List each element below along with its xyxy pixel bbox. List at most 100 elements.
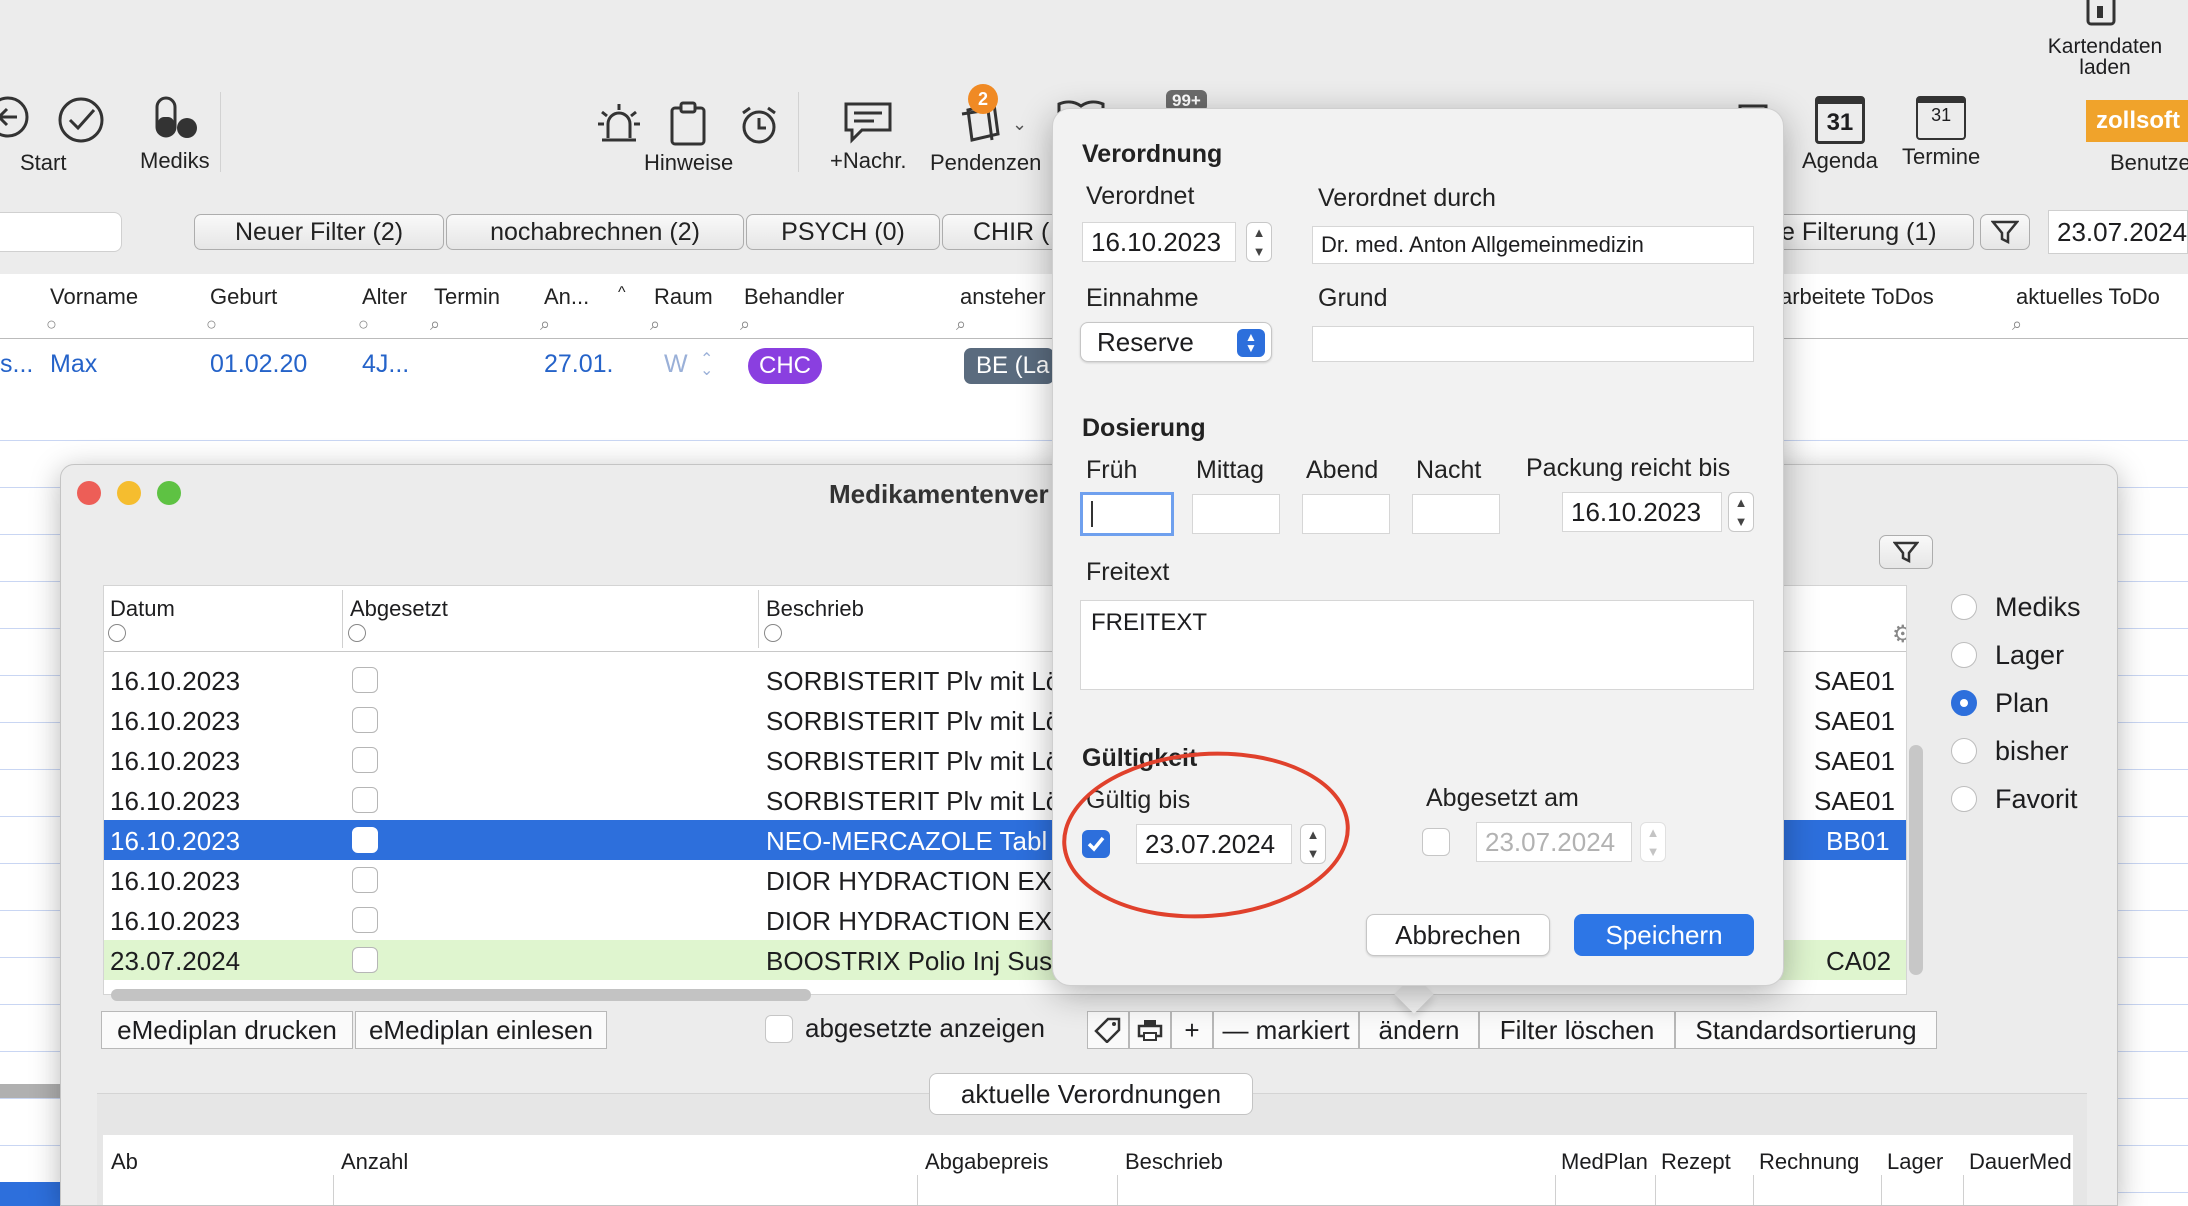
emediplan-einlesen-button[interactable]: eMediplan einlesen [355,1011,607,1049]
standardsortierung-button[interactable]: Standardsortierung [1675,1011,1937,1049]
radio-plan[interactable]: Plan [1951,679,2081,727]
aktuelle-verordnungen-button[interactable]: aktuelle Verordnungen [929,1073,1253,1115]
verordnet-durch-field[interactable]: Dr. med. Anton Allgemeinmedizin [1312,226,1754,264]
kartendaten-label[interactable]: Kartendaten laden [2030,36,2180,78]
search-icon[interactable]: ⌕ [740,314,750,335]
col-datum[interactable]: Datum [110,596,175,622]
col-ab[interactable]: Ab [111,1149,138,1175]
search-icon[interactable]: ⌕ [540,314,550,335]
cell-prefix[interactable]: s... [0,350,33,379]
tag-button[interactable] [1087,1011,1129,1049]
col-anzahl[interactable]: Anzahl [341,1149,408,1175]
col-termin[interactable]: Termin [434,284,500,310]
abgesetzt-checkbox[interactable] [352,947,378,973]
radio-button[interactable] [1951,642,1977,668]
chevron-down-icon[interactable]: ▼ [1735,514,1748,529]
date-field[interactable]: 23.07.2024 [2048,210,2188,254]
print-button[interactable] [1129,1011,1171,1049]
hinweise-label[interactable]: Hinweise [644,150,733,176]
filter-button-neuer[interactable]: Neuer Filter (2) [194,214,444,250]
filter-button-nochabrechnen[interactable]: nochabrechnen (2) [446,214,744,250]
mittag-field[interactable] [1192,494,1280,534]
table-filter-button[interactable] [1879,535,1933,569]
col-beschrieb[interactable]: Beschrieb [1125,1149,1223,1175]
abgesetzt-am-checkbox[interactable] [1422,828,1450,856]
col-dauermed[interactable]: DauerMed [1969,1149,2072,1175]
filter-circle-icon[interactable] [108,624,126,642]
col-beschrieb[interactable]: Beschrieb [766,596,864,622]
search-icon[interactable]: ⌕ [956,314,966,335]
benutzer-label[interactable]: Benutzer [2110,150,2188,176]
radio-lager[interactable]: Lager [1951,631,2081,679]
col-abgabepreis[interactable]: Abgabepreis [925,1149,1049,1175]
col-geburt[interactable]: Geburt [210,284,277,310]
packung-date-field[interactable]: 16.10.2023 [1562,492,1722,532]
abgesetzt-checkbox[interactable] [352,827,378,853]
col-medplan[interactable]: MedPlan [1561,1149,1648,1175]
radio-mediks[interactable]: Mediks [1951,583,2081,631]
filter-circle-icon[interactable] [764,624,782,642]
horizontal-scrollbar[interactable] [111,989,811,1001]
radio-button-selected[interactable] [1951,690,1977,716]
cell-alter[interactable]: 4J... [362,350,409,379]
stepper-icon[interactable]: ⌃ ⌄ [700,352,713,379]
emediplan-drucken-button[interactable]: eMediplan drucken [101,1011,353,1049]
col-aktuelles-todo[interactable]: aktuelles ToDo [2016,284,2160,310]
search-input[interactable] [0,212,122,252]
termine-button[interactable]: 31 Termine [1902,96,1980,170]
mediks-button[interactable]: Mediks [140,94,210,174]
col-behandler[interactable]: Behandler [744,284,844,310]
abend-field[interactable] [1302,494,1390,534]
ansteher-badge[interactable]: BE (La [964,348,1054,384]
col-bearbeitete-todos[interactable]: arbeitete ToDos [1780,284,1934,310]
freitext-area[interactable]: FREITEXT [1080,600,1754,690]
col-rechnung[interactable]: Rechnung [1759,1149,1859,1175]
search-icon[interactable]: ⌕ [650,314,660,335]
filter-funnel-button[interactable] [1980,214,2030,250]
pendenzen-label[interactable]: Pendenzen [930,150,1041,176]
search-icon[interactable]: ⌕ [430,314,440,335]
col-vorname[interactable]: Vorname [50,284,138,310]
filter-circle-icon[interactable]: ○ [46,314,57,335]
chevron-down-icon[interactable]: ⌄ [1012,114,1027,135]
radio-bisher[interactable]: bisher [1951,727,2081,775]
abgesetzte-anzeigen-checkbox[interactable] [765,1015,793,1043]
filter-circle-icon[interactable] [348,624,366,642]
einnahme-select[interactable]: Reserve ▲ ▼ [1080,322,1272,362]
filter-loeschen-button[interactable]: Filter löschen [1479,1011,1675,1049]
radio-favorit[interactable]: Favorit [1951,775,2081,823]
filter-circle-icon[interactable]: ○ [358,314,369,335]
speichern-button[interactable]: Speichern [1574,914,1754,956]
col-rezept[interactable]: Rezept [1661,1149,1731,1175]
nachricht-button[interactable]: +Nachr. [830,100,906,174]
abgesetzt-checkbox[interactable] [352,747,378,773]
add-button[interactable]: + [1171,1011,1213,1049]
col-lager[interactable]: Lager [1887,1149,1943,1175]
radio-button[interactable] [1951,786,1977,812]
zoom-window-button[interactable] [157,481,181,505]
frueh-field[interactable] [1080,492,1174,536]
abgesetzt-checkbox[interactable] [352,667,378,693]
cell-vorname[interactable]: Max [50,350,97,379]
col-an[interactable]: An... [544,284,589,310]
abgesetzt-checkbox[interactable] [352,787,378,813]
chevron-down-icon[interactable]: ▼ [1253,244,1266,259]
card-reader-icon[interactable] [2086,0,2116,35]
abgesetzt-checkbox[interactable] [352,707,378,733]
col-raum[interactable]: Raum [654,284,713,310]
vertical-scrollbar[interactable] [1909,745,1923,975]
cell-raum[interactable]: W [664,350,688,379]
abgesetzt-checkbox[interactable] [352,867,378,893]
filter-circle-icon[interactable]: ○ [206,314,217,335]
filterung-button[interactable]: e Filterung (1) [1760,214,1974,250]
verordnet-date-field[interactable]: 16.10.2023 [1082,222,1236,262]
search-icon[interactable]: ⌕ [2012,314,2022,335]
clipboard-button[interactable] [668,100,708,146]
nacht-field[interactable] [1412,494,1500,534]
cell-geburt[interactable]: 01.02.20 [210,350,307,379]
col-alter[interactable]: Alter [362,284,407,310]
abbrechen-button[interactable]: Abbrechen [1366,914,1550,956]
chevron-up-icon[interactable]: ▲ [1735,495,1748,510]
col-ansteher[interactable]: ansteher [960,284,1046,310]
cell-an[interactable]: 27.01. [544,350,614,379]
